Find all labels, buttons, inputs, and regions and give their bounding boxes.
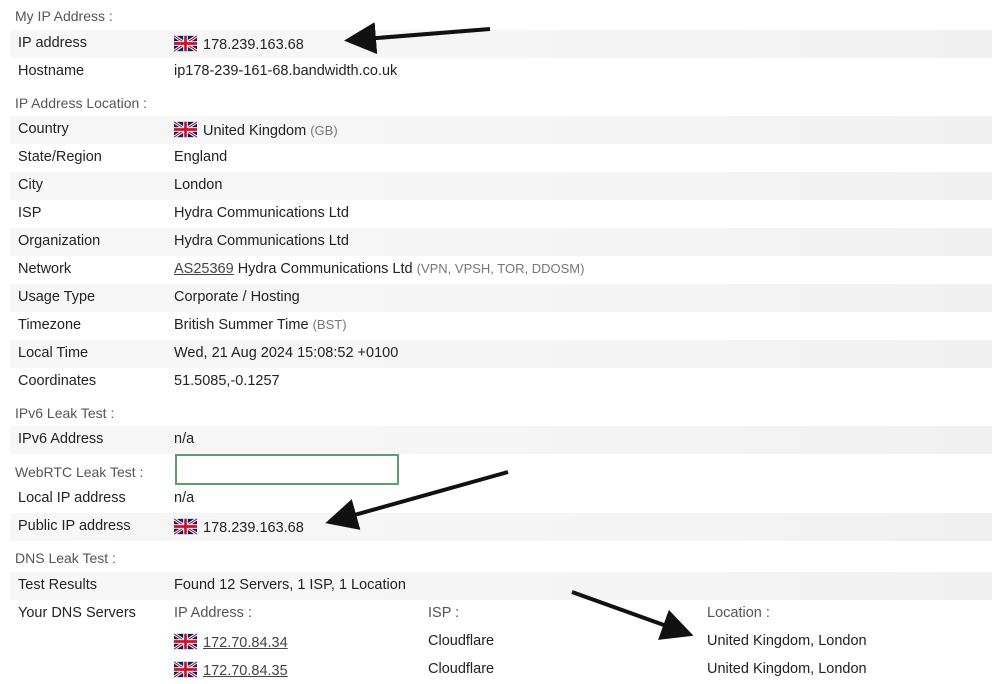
arrow-to-public-ip-icon	[325, 470, 509, 530]
arrow-to-dns-location-icon	[571, 590, 694, 640]
arrow-to-ip-icon	[344, 22, 491, 55]
annotation-arrows	[325, 22, 694, 640]
